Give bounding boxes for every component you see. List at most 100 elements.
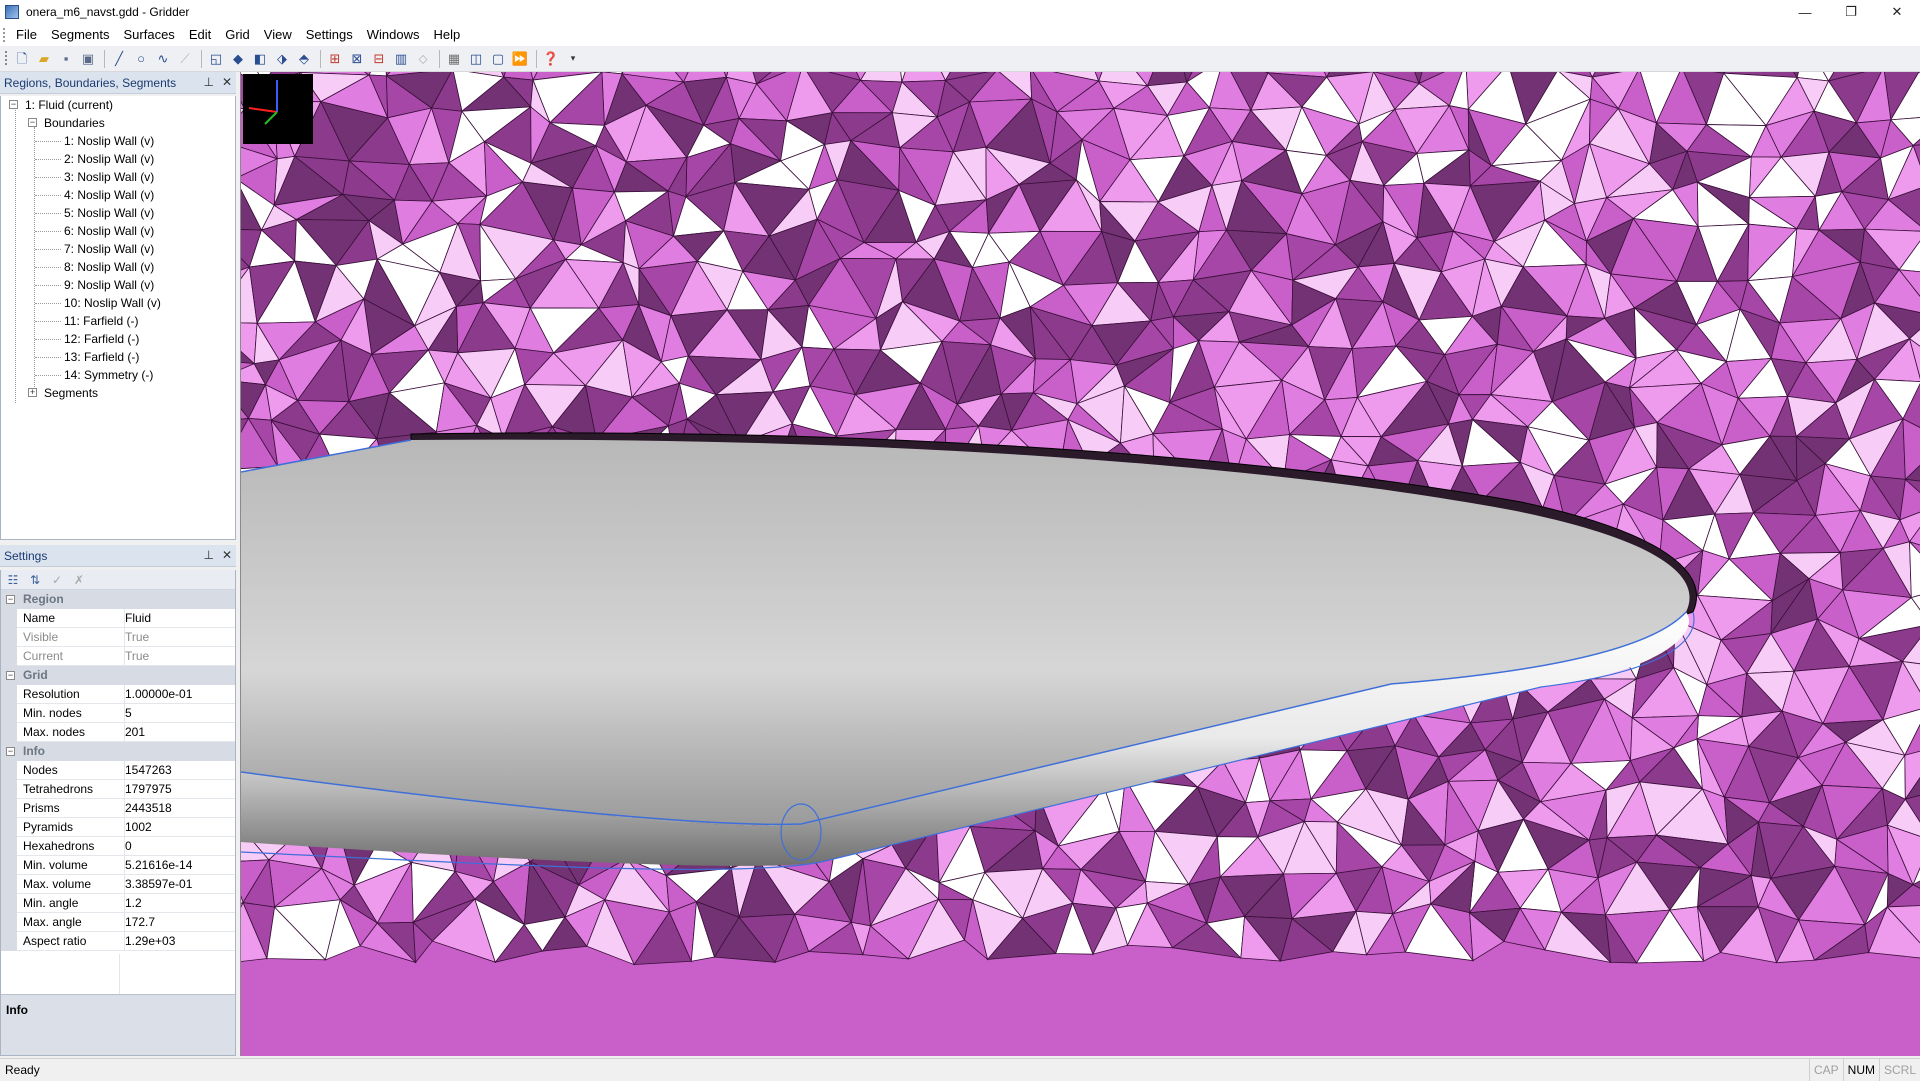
property-row[interactable]: Max. angle 172.7 — [1, 913, 235, 932]
property-row[interactable]: Current True — [1, 647, 235, 666]
property-value[interactable]: True — [124, 647, 235, 666]
property-row[interactable]: Nodes 1547263 — [1, 761, 235, 780]
new-file-icon[interactable]: 🗋 — [12, 49, 32, 69]
property-value[interactable]: 1547263 — [124, 761, 235, 780]
menu-windows[interactable]: Windows — [360, 24, 427, 46]
property-category-grid[interactable]: − Grid — [1, 666, 235, 685]
collapse-icon[interactable]: − — [9, 100, 18, 109]
save-icon[interactable]: ▪ — [56, 49, 76, 69]
tree-item-boundary[interactable]: 7: Noslip Wall (v) — [64, 240, 154, 258]
property-value[interactable]: Fluid — [124, 609, 235, 628]
property-row[interactable]: Visible True — [1, 628, 235, 647]
property-row[interactable]: Prisms 2443518 — [1, 799, 235, 818]
property-value[interactable]: 0 — [124, 837, 235, 856]
menu-help[interactable]: Help — [426, 24, 467, 46]
view-3d-icon[interactable]: ◫ — [466, 49, 486, 69]
maximize-button[interactable]: ❐ — [1828, 0, 1874, 24]
property-value[interactable]: 1.00000e-01 — [124, 685, 235, 704]
tree-item-region[interactable]: − 1: Fluid (current) — [9, 96, 113, 114]
tree-item-boundary[interactable]: 13: Farfield (-) — [64, 348, 139, 366]
circle-icon[interactable]: ○ — [131, 49, 151, 69]
save-as-icon[interactable]: ▣ — [78, 49, 98, 69]
property-value[interactable]: 1002 — [124, 818, 235, 837]
close-panel-icon[interactable]: ✕ — [222, 548, 232, 562]
property-value[interactable]: 1797975 — [124, 780, 235, 799]
property-value[interactable]: 1.29e+03 — [124, 932, 235, 951]
property-value[interactable]: 201 — [124, 723, 235, 742]
view-box-icon[interactable]: ▢ — [488, 49, 508, 69]
property-row[interactable]: Max. nodes 201 — [1, 723, 235, 742]
property-value[interactable]: 172.7 — [124, 913, 235, 932]
cube-icon[interactable]: ◧ — [250, 49, 270, 69]
line-icon[interactable]: ╱ — [109, 49, 129, 69]
tree-item-boundary[interactable]: 4: Noslip Wall (v) — [64, 186, 154, 204]
menu-grip[interactable] — [3, 28, 5, 42]
diamond-icon[interactable]: ◆ — [228, 49, 248, 69]
eraser-icon[interactable]: ⬘ — [294, 49, 314, 69]
tree-item-boundaries[interactable]: − Boundaries — [28, 114, 105, 132]
collapse-icon[interactable]: − — [6, 747, 15, 756]
property-row[interactable]: Aspect ratio 1.29e+03 — [1, 932, 235, 951]
menu-surfaces[interactable]: Surfaces — [117, 24, 182, 46]
property-row[interactable]: Name Fluid — [1, 609, 235, 628]
property-row[interactable]: Tetrahedrons 1797975 — [1, 780, 235, 799]
property-value[interactable]: 5.21616e-14 — [124, 856, 235, 875]
menu-grid[interactable]: Grid — [218, 24, 257, 46]
property-value[interactable]: 1.2 — [124, 894, 235, 913]
collapse-icon[interactable]: − — [6, 595, 15, 604]
property-value[interactable]: True — [124, 628, 235, 647]
property-row[interactable]: Max. volume 3.38597e-01 — [1, 875, 235, 894]
property-row[interactable]: Min. angle 1.2 — [1, 894, 235, 913]
tree-item-boundary[interactable]: 10: Noslip Wall (v) — [64, 294, 161, 312]
tree-item-segments[interactable]: + Segments — [28, 384, 98, 402]
tree-item-boundary[interactable]: 14: Symmetry (-) — [64, 366, 153, 384]
transform-icon[interactable]: ⬗ — [272, 49, 292, 69]
toolbar-grip[interactable] — [5, 50, 7, 67]
tree-item-boundary[interactable]: 8: Noslip Wall (v) — [64, 258, 154, 276]
menu-settings[interactable]: Settings — [299, 24, 360, 46]
region-icon[interactable]: ◱ — [206, 49, 226, 69]
minimize-button[interactable]: — — [1782, 0, 1828, 24]
grid-split-icon[interactable]: ⊞ — [325, 49, 345, 69]
close-panel-icon[interactable]: ✕ — [222, 75, 232, 89]
grid-refine-icon[interactable]: ⊠ — [347, 49, 367, 69]
menu-view[interactable]: View — [257, 24, 299, 46]
3d-viewport[interactable] — [240, 72, 1920, 1056]
property-row[interactable]: Resolution 1.00000e-01 — [1, 685, 235, 704]
sort-alpha-icon[interactable]: ⇅ — [27, 572, 43, 588]
disabled-curve-icon[interactable]: ⟋ — [175, 49, 195, 69]
tree-item-boundary[interactable]: 5: Noslip Wall (v) — [64, 204, 154, 222]
help-icon[interactable]: ❓ — [541, 49, 561, 69]
discard-icon[interactable]: ✗ — [71, 572, 87, 588]
mesh-icon[interactable]: ▦ — [444, 49, 464, 69]
expand-icon[interactable]: + — [28, 388, 37, 397]
tree-item-boundary[interactable]: 11: Farfield (-) — [64, 312, 138, 330]
property-category-info[interactable]: − Info — [1, 742, 235, 761]
tree-item-boundary[interactable]: 1: Noslip Wall (v) — [64, 132, 154, 150]
tree-item-boundary[interactable]: 12: Farfield (-) — [64, 330, 139, 348]
property-value[interactable]: 5 — [124, 704, 235, 723]
tree-item-boundary[interactable]: 3: Noslip Wall (v) — [64, 168, 154, 186]
tree-item-boundary[interactable]: 2: Noslip Wall (v) — [64, 150, 154, 168]
menu-segments[interactable]: Segments — [44, 24, 117, 46]
grid-fit-icon[interactable]: ⊟ — [369, 49, 389, 69]
tree-item-boundary[interactable]: 6: Noslip Wall (v) — [64, 222, 154, 240]
close-button[interactable]: ✕ — [1874, 0, 1920, 24]
property-row[interactable]: Min. nodes 5 — [1, 704, 235, 723]
curve-icon[interactable]: ∿ — [153, 49, 173, 69]
grid-columns-icon[interactable]: ▥ — [391, 49, 411, 69]
property-category-region[interactable]: − Region — [1, 590, 235, 609]
menu-file[interactable]: File — [9, 24, 44, 46]
menu-edit[interactable]: Edit — [182, 24, 218, 46]
mesh-canvas[interactable] — [241, 72, 1920, 1056]
property-value[interactable]: 2443518 — [124, 799, 235, 818]
apply-icon[interactable]: ✓ — [49, 572, 65, 588]
toolbar-overflow-icon[interactable]: ▾ — [563, 49, 583, 69]
pin-icon[interactable]: ⊥ — [203, 548, 213, 562]
categorized-icon[interactable]: ☷ — [5, 572, 21, 588]
disabled-tool-icon[interactable]: ⬦ — [413, 49, 433, 69]
pin-icon[interactable]: ⊥ — [203, 75, 213, 89]
collapse-icon[interactable]: − — [6, 671, 15, 680]
property-row[interactable]: Pyramids 1002 — [1, 818, 235, 837]
property-value[interactable]: 3.38597e-01 — [124, 875, 235, 894]
